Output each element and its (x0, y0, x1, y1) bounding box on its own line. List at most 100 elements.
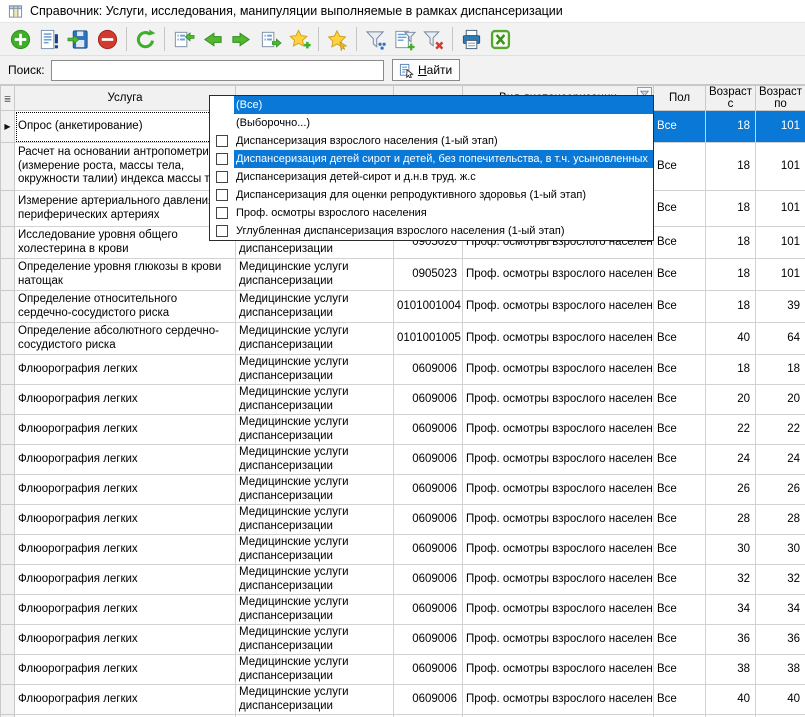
table-row[interactable]: Флюорография легкихМедицинские услуги ди… (1, 475, 805, 505)
cell-gender[interactable]: Все (654, 143, 706, 191)
filter-option[interactable]: (Все) (210, 96, 653, 114)
column-header-service[interactable]: Услуга (15, 86, 236, 111)
cell-gender[interactable]: Все (654, 291, 706, 323)
cell-code[interactable]: 0609006 (394, 475, 463, 505)
row-indicator[interactable] (1, 505, 15, 535)
cell-type[interactable]: Медицинские услуги диспансеризации (236, 595, 394, 625)
cell-age-to[interactable]: 101 (756, 143, 805, 191)
search-input[interactable] (51, 60, 384, 81)
cell-category[interactable]: Проф. осмотры взрослого населения (463, 445, 654, 475)
row-indicator[interactable] (1, 535, 15, 565)
cell-age-to[interactable]: 20 (756, 385, 805, 415)
cell-category[interactable]: Проф. осмотры взрослого населения (463, 355, 654, 385)
cell-code[interactable]: 0609006 (394, 655, 463, 685)
cell-type[interactable]: Медицинские услуги диспансеризации (236, 445, 394, 475)
cell-category[interactable]: Проф. осмотры взрослого населения (463, 259, 654, 291)
cell-age-from[interactable]: 40 (706, 323, 756, 355)
table-row[interactable]: Флюорография легкихМедицинские услуги ди… (1, 685, 805, 715)
row-indicator[interactable] (1, 655, 15, 685)
cell-category[interactable]: Проф. осмотры взрослого населения (463, 291, 654, 323)
cell-category[interactable]: Проф. осмотры взрослого населения (463, 415, 654, 445)
table-row[interactable]: Флюорография легкихМедицинские услуги ди… (1, 565, 805, 595)
cell-code[interactable]: 0101001004 (394, 291, 463, 323)
row-indicator[interactable] (1, 143, 15, 191)
cell-service[interactable]: Измерение артериального давления на пери… (15, 191, 236, 227)
cell-type[interactable]: Медицинские услуги диспансеризации (236, 655, 394, 685)
cell-type[interactable]: Медицинские услуги диспансеризации (236, 291, 394, 323)
cell-category[interactable]: Проф. осмотры взрослого населения (463, 685, 654, 715)
table-row[interactable]: Флюорография легкихМедицинские услуги ди… (1, 625, 805, 655)
save-button[interactable] (64, 25, 93, 53)
table-row[interactable]: Флюорография легкихМедицинские услуги ди… (1, 355, 805, 385)
cell-code[interactable]: 0609006 (394, 445, 463, 475)
list-forward-button[interactable] (256, 25, 285, 53)
table-row[interactable]: Определение относительного сердечно-сосу… (1, 291, 805, 323)
cell-type[interactable]: Медицинские услуги диспансеризации (236, 475, 394, 505)
filter-option[interactable]: Диспансеризация детей-сирот и д.н.в труд… (210, 168, 653, 186)
cell-code[interactable]: 0609006 (394, 505, 463, 535)
cell-age-to[interactable]: 101 (756, 259, 805, 291)
cell-service[interactable]: Расчет на основании антропометрии (измер… (15, 143, 236, 191)
cell-gender[interactable]: Все (654, 565, 706, 595)
row-indicator[interactable] (1, 445, 15, 475)
table-row[interactable]: Флюорография легкихМедицинские услуги ди… (1, 415, 805, 445)
cell-category[interactable]: Проф. осмотры взрослого населения (463, 625, 654, 655)
table-row[interactable]: Флюорография легкихМедицинские услуги ди… (1, 655, 805, 685)
cell-gender[interactable]: Все (654, 535, 706, 565)
cell-age-to[interactable]: 39 (756, 291, 805, 323)
column-header-indicator[interactable]: ≣ (1, 86, 15, 111)
list-back-button[interactable] (169, 25, 198, 53)
table-row[interactable]: Флюорография легкихМедицинские услуги ди… (1, 385, 805, 415)
checkbox-icon[interactable] (216, 207, 228, 219)
add-button[interactable] (6, 25, 35, 53)
cell-type[interactable]: Медицинские услуги диспансеризации (236, 385, 394, 415)
favorite-go-button[interactable] (323, 25, 352, 53)
cell-service[interactable]: Флюорография легких (15, 355, 236, 385)
cell-type[interactable]: Медицинские услуги диспансеризации (236, 535, 394, 565)
cell-type[interactable]: Медицинские услуги диспансеризации (236, 685, 394, 715)
cell-age-to[interactable]: 30 (756, 535, 805, 565)
cell-category[interactable]: Проф. осмотры взрослого населения (463, 385, 654, 415)
cell-age-to[interactable]: 40 (756, 685, 805, 715)
row-indicator[interactable] (1, 625, 15, 655)
cell-service[interactable]: Опрос (анкетирование) (15, 111, 236, 143)
checkbox-icon[interactable] (216, 189, 228, 201)
row-indicator[interactable] (1, 385, 15, 415)
cell-gender[interactable]: Все (654, 191, 706, 227)
cell-age-to[interactable]: 34 (756, 595, 805, 625)
cell-service[interactable]: Определение уровня глюкозы в крови натощ… (15, 259, 236, 291)
filter-custom-button[interactable] (390, 25, 419, 53)
row-indicator[interactable] (1, 323, 15, 355)
cell-age-from[interactable]: 38 (706, 655, 756, 685)
cell-gender[interactable]: Все (654, 111, 706, 143)
filter-option[interactable]: Углубленная диспансеризация взрослого на… (210, 222, 653, 240)
cell-age-from[interactable]: 26 (706, 475, 756, 505)
cell-category[interactable]: Проф. осмотры взрослого населения (463, 505, 654, 535)
filter-button[interactable] (361, 25, 390, 53)
cell-age-from[interactable]: 34 (706, 595, 756, 625)
cell-code[interactable]: 0609006 (394, 685, 463, 715)
cell-code[interactable]: 0609006 (394, 595, 463, 625)
cell-service[interactable]: Флюорография легких (15, 475, 236, 505)
cell-age-from[interactable]: 28 (706, 505, 756, 535)
cell-age-to[interactable]: 101 (756, 191, 805, 227)
cell-type[interactable]: Медицинские услуги диспансеризации (236, 323, 394, 355)
row-indicator[interactable] (1, 415, 15, 445)
cell-service[interactable]: Флюорография легких (15, 445, 236, 475)
cell-age-from[interactable]: 32 (706, 565, 756, 595)
cell-age-to[interactable]: 32 (756, 565, 805, 595)
filter-option[interactable]: Диспансеризация детей сирот и детей, без… (210, 150, 653, 168)
row-indicator[interactable]: ▶ (1, 111, 15, 143)
delete-button[interactable] (93, 25, 122, 53)
cell-service[interactable]: Флюорография легких (15, 505, 236, 535)
cell-type[interactable]: Медицинские услуги диспансеризации (236, 355, 394, 385)
cell-gender[interactable]: Все (654, 259, 706, 291)
cell-code[interactable]: 0905023 (394, 259, 463, 291)
cell-service[interactable]: Исследование уровня общего холестерина в… (15, 227, 236, 259)
cell-gender[interactable]: Все (654, 227, 706, 259)
cell-age-from[interactable]: 24 (706, 445, 756, 475)
row-indicator[interactable] (1, 259, 15, 291)
cell-age-to[interactable]: 28 (756, 505, 805, 535)
cell-age-to[interactable]: 64 (756, 323, 805, 355)
filter-option[interactable]: (Выборочно...) (210, 114, 653, 132)
